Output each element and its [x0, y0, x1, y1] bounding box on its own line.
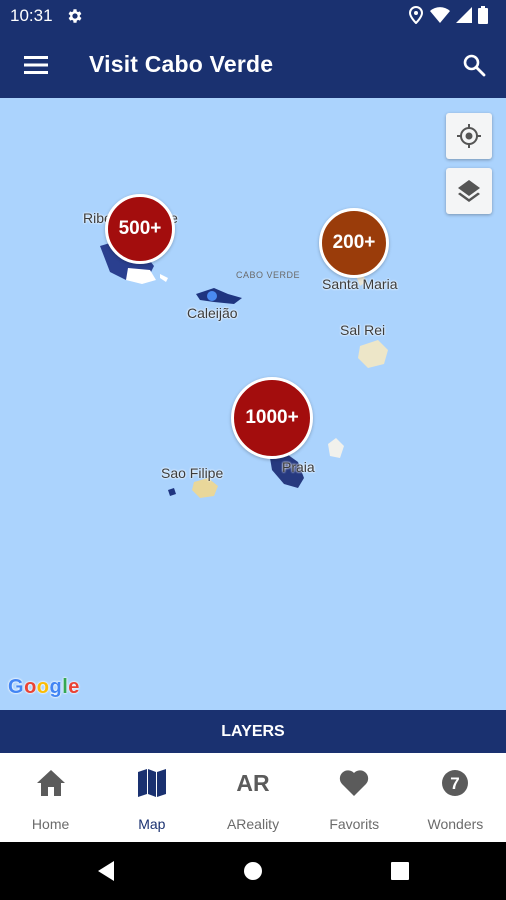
island-santa-luzia [160, 274, 168, 282]
layers-button[interactable]: LAYERS [0, 710, 506, 753]
map-icon [137, 769, 166, 797]
nav-item-map[interactable]: Map [101, 753, 202, 842]
nav-label-wonders: Wonders [427, 816, 484, 832]
settings-gear-icon [68, 9, 82, 23]
svg-text:7: 7 [451, 774, 460, 793]
nav-label-favorits: Favorits [329, 816, 380, 832]
bottom-navigation: Home Map AR AReality Favorits 7 Wonders [0, 753, 506, 842]
heart-icon [340, 770, 369, 796]
nav-item-wonders[interactable]: 7 Wonders [405, 753, 506, 842]
seven-wonders-icon: 7 [442, 770, 469, 796]
nav-item-favorits[interactable]: Favorits [304, 753, 405, 842]
map-view[interactable]: Ribeira Grande CABO VERDE Caleijão Santa… [0, 98, 506, 710]
place-label-caleijao: Caleijão [187, 305, 238, 321]
my-location-button[interactable] [446, 113, 492, 159]
layers-icon [458, 180, 480, 202]
ar-icon: AR [236, 769, 270, 796]
cluster-marker-500[interactable]: 500+ [105, 194, 175, 264]
status-time: 10:31 [10, 6, 53, 25]
signal-icon [456, 7, 472, 23]
status-bar: 10:31 [0, 0, 506, 32]
hamburger-menu-icon [24, 56, 48, 74]
island-fogo [192, 478, 218, 498]
home-circle-icon [244, 862, 262, 880]
place-label-praia: Praia [282, 459, 315, 475]
wifi-icon [430, 7, 450, 23]
place-label-sao-filipe: Sao Filipe [161, 465, 224, 481]
google-logo: Google [8, 676, 80, 698]
status-icons [408, 6, 488, 24]
nav-label-home: Home [31, 816, 70, 832]
nav-label-map: Map [138, 816, 166, 832]
crosshair-icon [457, 124, 481, 148]
battery-icon [478, 6, 488, 24]
map-layers-button[interactable] [446, 168, 492, 214]
nav-item-areality[interactable]: AR AReality [202, 753, 303, 842]
island-sao-nicolau [196, 288, 242, 304]
place-label-santa-maria: Santa Maria [322, 276, 398, 292]
system-navigation-bar [0, 842, 506, 900]
back-button[interactable] [94, 859, 118, 883]
island-boa-vista [358, 340, 388, 368]
map-marker-caleijao [207, 291, 217, 301]
island-maio [328, 438, 344, 458]
search-button[interactable] [452, 43, 496, 87]
nav-item-home[interactable]: Home [0, 753, 101, 842]
home-icon [36, 770, 65, 796]
recents-button[interactable] [388, 859, 412, 883]
place-label-sal-rei: Sal Rei [340, 322, 386, 338]
island-brava [168, 488, 176, 496]
recents-square-icon [391, 862, 409, 880]
location-icon [408, 6, 424, 24]
home-system-button[interactable] [241, 859, 265, 883]
cluster-marker-200[interactable]: 200+ [319, 208, 389, 278]
country-label: CABO VERDE [236, 270, 301, 280]
app-title: Visit Cabo Verde [89, 51, 274, 77]
menu-button[interactable] [14, 43, 58, 87]
nav-label-areality: AReality [226, 816, 280, 832]
app-bar: Visit Cabo Verde [0, 32, 506, 98]
back-triangle-icon [98, 861, 114, 881]
search-icon [463, 54, 486, 77]
cluster-marker-1000[interactable]: 1000+ [231, 377, 313, 459]
